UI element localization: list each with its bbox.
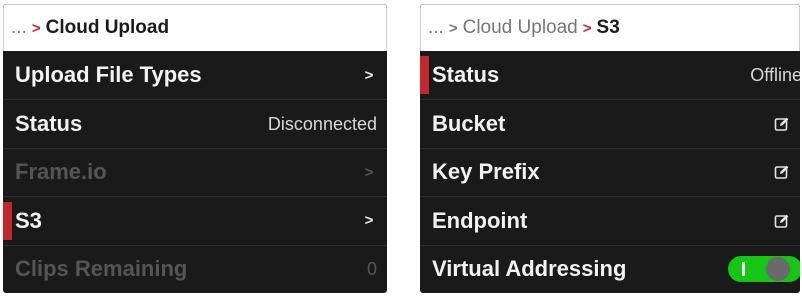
breadcrumb-current: S3 [596,17,620,38]
breadcrumb-separator-icon: > [448,19,458,37]
menu-item-label: Virtual Addressing [432,256,627,282]
edit-icon [774,166,789,180]
menu-item-endpoint[interactable]: Endpoint [420,196,800,244]
menu-item-status[interactable]: Status Offline [420,51,800,99]
clips-remaining-value: 0 [366,258,377,279]
menu-item-frame-io: Frame.io > [3,147,387,196]
menu-item-label: Key Prefix [432,159,540,185]
toggle-on-indicator [742,262,745,277]
menu-item-clips-remaining: Clips Remaining 0 [3,244,387,293]
menu-item-virtual-addressing[interactable]: Virtual Addressing [420,244,800,293]
menu-list: Status Offline Bucket Key Prefix Endpoin… [420,51,800,293]
s3-menu-panel: ... > Cloud Upload > S3 Status Offline B… [420,4,800,293]
menu-item-status: Status Disconnected [3,99,387,147]
menu-item-label: Status [432,62,500,88]
menu-item-upload-file-types[interactable]: Upload File Types > [3,51,387,99]
toggle-knob [766,257,790,282]
chevron-right-icon: > [364,163,374,181]
selection-indicator [420,56,429,95]
menu-item-s3[interactable]: S3 > [3,196,387,244]
breadcrumb-separator-icon: > [31,19,41,37]
cloud-upload-menu-panel: ... > Cloud Upload Upload File Types > S… [3,4,387,293]
menu-item-label: Status [15,111,83,137]
menu-item-key-prefix[interactable]: Key Prefix [420,147,800,196]
menu-item-label: Endpoint [432,207,528,233]
breadcrumb-ellipsis[interactable]: ... [428,17,444,39]
menu-item-label: S3 [15,207,42,233]
menu-item-label: Clips Remaining [15,256,188,282]
status-value: Disconnected [267,113,377,134]
menu-list: Upload File Types > Status Disconnected … [3,51,387,293]
chevron-right-icon: > [364,212,374,230]
menu-item-label: Frame.io [15,159,107,185]
breadcrumb: ... > Cloud Upload > S3 [420,4,800,51]
breadcrumb-parent[interactable]: Cloud Upload [463,17,578,39]
virtual-addressing-toggle[interactable] [728,256,800,283]
breadcrumb: ... > Cloud Upload [3,4,387,51]
menu-item-label: Upload File Types [15,62,202,88]
menu-item-label: Bucket [432,111,506,137]
menu-item-bucket[interactable]: Bucket [420,99,800,147]
breadcrumb-separator-icon: > [582,19,592,37]
edit-icon [774,117,789,131]
edit-icon [774,214,789,228]
breadcrumb-current: Cloud Upload [45,17,170,38]
selection-indicator [3,202,12,240]
breadcrumb-ellipsis[interactable]: ... [11,17,27,39]
status-value: Offline [750,64,800,85]
chevron-right-icon: > [364,66,374,84]
